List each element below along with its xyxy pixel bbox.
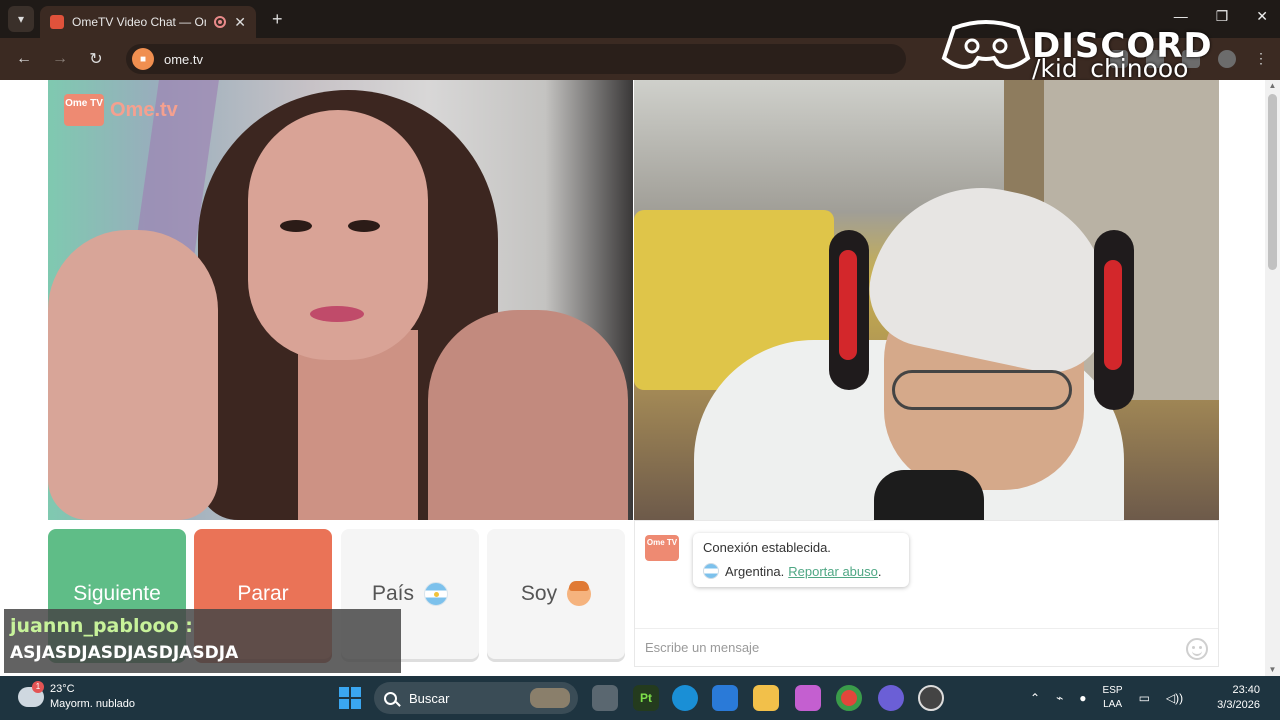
video-person-hand xyxy=(48,230,218,520)
microphone-icon[interactable]: ● xyxy=(1079,691,1086,705)
ometv-watermark: Ome TV Ome.tv xyxy=(64,94,178,126)
edge-icon[interactable] xyxy=(672,685,698,711)
video-person xyxy=(280,220,312,232)
tab-title: OmeTV Video Chat — Ome xyxy=(72,15,207,29)
stop-button-label: Parar xyxy=(237,582,289,605)
volume-icon[interactable]: ◁)) xyxy=(1166,691,1183,705)
clock-time: 23:40 xyxy=(1232,684,1260,696)
taskbar-search[interactable]: Buscar xyxy=(374,682,578,714)
m365-icon[interactable] xyxy=(795,685,821,711)
page-scrollbar[interactable]: ▲ ▼ xyxy=(1265,80,1280,676)
connection-status: Conexión establecida. xyxy=(703,540,831,555)
emoji-icon[interactable] xyxy=(1186,638,1208,660)
address-bar[interactable]: ■ ome.tv xyxy=(126,44,906,74)
windows-logo-icon xyxy=(351,687,361,697)
keyboard-layout: LAA xyxy=(1103,699,1122,710)
message-placeholder: Escribe un mensaje xyxy=(645,640,760,655)
network-icon[interactable]: ⌁ xyxy=(1056,691,1063,705)
display-icon[interactable]: ▭ xyxy=(1139,691,1150,705)
language-code: ESP xyxy=(1102,685,1123,696)
self-video xyxy=(634,80,1219,520)
windows-taskbar: 1 23°C Mayorm. nublado Buscar Pt ⌃ ⌁ ● E… xyxy=(0,676,1280,720)
ometv-page: Ome TV Ome.tv Siguiente Parar País Soy O… xyxy=(0,80,1280,676)
chrome-icon[interactable] xyxy=(836,685,862,711)
packet-tracer-icon[interactable]: Pt xyxy=(633,685,659,711)
system-tray: ⌃ ⌁ ● ESP LAA ▭ ◁)) xyxy=(1030,676,1183,720)
video-person-glasses xyxy=(892,370,1072,410)
mouse-cursor-icon xyxy=(2,500,10,512)
chevron-up-icon[interactable]: ⌃ xyxy=(1030,691,1040,705)
partner-country: Argentina. xyxy=(725,563,785,579)
back-button[interactable]: ← xyxy=(8,50,40,68)
clock[interactable]: 23:40 3/3/2026 xyxy=(1217,683,1260,713)
video-person xyxy=(348,220,380,232)
country-button-label: País xyxy=(371,582,415,605)
discord-overlay: DISCORD /kid_chinooo xyxy=(940,14,1240,84)
search-label: Buscar xyxy=(409,690,450,706)
video-person xyxy=(310,306,364,322)
microphone-icon xyxy=(874,470,984,520)
cloud-icon: 1 xyxy=(18,681,44,707)
new-tab-button[interactable]: + xyxy=(272,9,283,30)
search-highlight-image xyxy=(530,688,570,708)
weather-temp: 23°C xyxy=(50,683,75,695)
system-message: Conexión establecida. Argentina. Reporta… xyxy=(693,533,909,587)
chat-app-icon[interactable] xyxy=(878,685,904,711)
discord-username: /kid_chinooo xyxy=(1032,54,1189,83)
gender-filter-button[interactable]: Soy xyxy=(487,529,625,659)
close-tab-icon[interactable]: ✕ xyxy=(234,14,246,31)
stream-chat-username: juannn_pablooo : xyxy=(10,615,193,637)
weather-desc: Mayorm. nublado xyxy=(50,698,135,710)
windows-logo-icon xyxy=(339,699,349,709)
reload-button[interactable]: ↻ xyxy=(80,49,112,69)
search-icon xyxy=(384,691,397,705)
browser-tab[interactable]: OmeTV Video Chat — Ome ✕ xyxy=(40,6,256,38)
video-person xyxy=(248,110,428,360)
discord-controller-icon xyxy=(941,20,1031,69)
report-suffix: . xyxy=(877,563,882,579)
ometv-logo-icon: Ome TV xyxy=(645,535,679,561)
notification-badge: 1 xyxy=(32,681,44,693)
next-button-label: Siguiente xyxy=(73,582,161,605)
url-text: ome.tv xyxy=(164,51,204,67)
scroll-up-arrow-icon[interactable]: ▲ xyxy=(1268,82,1277,90)
recording-icon xyxy=(214,16,227,28)
headphones-icon xyxy=(839,250,857,360)
store-icon[interactable] xyxy=(712,685,738,711)
scroll-thumb[interactable] xyxy=(1268,94,1277,270)
video-person xyxy=(428,310,628,520)
ometv-logo-text: Ome.tv xyxy=(110,98,178,121)
start-button[interactable] xyxy=(339,687,361,709)
headphones-icon xyxy=(1104,260,1122,370)
clock-date: 3/3/2026 xyxy=(1217,699,1260,711)
windows-logo-icon xyxy=(351,699,361,709)
ometv-favicon-icon xyxy=(50,15,64,29)
scroll-down-arrow-icon[interactable]: ▼ xyxy=(1268,666,1277,674)
more-menu-icon[interactable]: ⋮ xyxy=(1254,50,1268,68)
forward-button[interactable]: → xyxy=(44,50,76,68)
stream-chat-message: ASJASDJASDJASDJASDJA xyxy=(10,643,239,663)
close-window-icon[interactable]: ✕ xyxy=(1256,8,1268,25)
gender-button-label: Soy xyxy=(520,582,558,605)
ometv-logo-icon: Ome TV xyxy=(64,94,104,126)
boy-icon xyxy=(567,581,592,606)
windows-logo-icon xyxy=(339,687,349,697)
tab-search-menu-button[interactable]: ▾ xyxy=(8,6,34,32)
stranger-video: Ome TV Ome.tv xyxy=(48,80,633,520)
task-view-icon[interactable] xyxy=(592,685,618,711)
site-camera-icon: ■ xyxy=(132,48,154,70)
stream-chat-overlay: juannn_pablooo : ASJASDJASDJASDJASDJA xyxy=(4,609,401,673)
message-input[interactable]: Escribe un mensaje xyxy=(635,628,1218,666)
obs-icon[interactable] xyxy=(918,685,944,711)
chat-panel: Ome TV Conexión establecida. Argentina. … xyxy=(634,520,1219,667)
file-explorer-icon[interactable] xyxy=(753,685,779,711)
language-indicator[interactable]: ESP LAA xyxy=(1103,684,1123,712)
argentina-flag-icon xyxy=(703,563,719,579)
report-abuse-link[interactable]: Reportar abuso xyxy=(788,564,878,579)
weather-widget[interactable]: 1 23°C Mayorm. nublado xyxy=(18,681,135,712)
argentina-flag-icon xyxy=(424,582,449,606)
